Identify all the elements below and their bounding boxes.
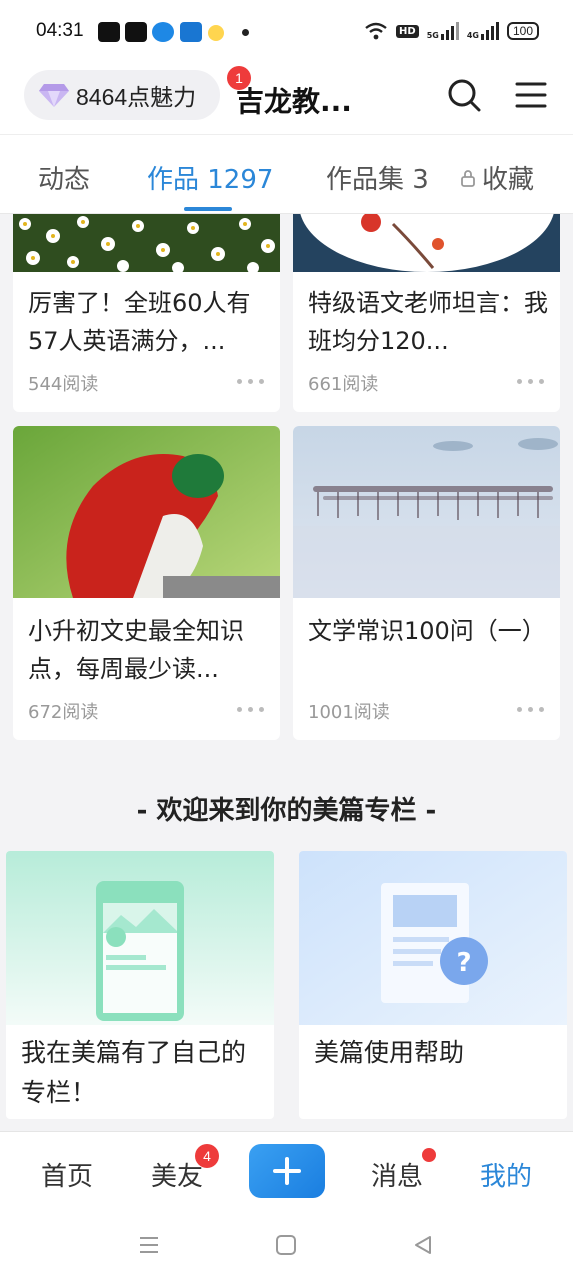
work-card[interactable]: 特级语文老师坦言：我班均分120... 661阅读 [293,214,560,412]
back-icon[interactable] [412,1234,434,1256]
work-title: 文学常识100问（一） [308,617,546,645]
promo-text: 我在美篇有了自己的专栏！ [21,1038,247,1107]
profile-header: 8464点魅力 1 吉龙教... [0,62,573,134]
nav-friends[interactable]: 美友 [151,1156,203,1193]
recent-apps-icon[interactable] [138,1234,160,1256]
tab-activity[interactable]: 动态 [38,159,90,196]
tiktok-icon [125,22,147,42]
work-reads: 1001阅读 [308,702,390,723]
notification-dot [242,29,249,36]
nav-mine[interactable]: 我的 [480,1156,532,1193]
work-card[interactable]: 小升初文史最全知识点，每周最少读... 672阅读 [13,426,280,740]
active-tab-indicator [184,207,232,211]
flamingos-image [293,426,560,598]
signal-4g-icon: 4G [467,22,499,40]
more-options-icon[interactable] [237,379,264,384]
signal-5g-icon: 5G [427,22,459,40]
battery-indicator: 100 [506,22,539,40]
more-options-icon[interactable] [237,707,264,712]
lock-icon [461,169,475,187]
plus-icon[interactable] [249,1144,325,1198]
system-navigation [0,1213,573,1280]
work-title: 厉害了！全班60人有57人英语满分，... [28,289,251,355]
work-card[interactable]: 文学常识100问（一） 1001阅读 [293,426,560,740]
hd-icon: HD [396,24,419,38]
red-bird-image [13,426,280,598]
bottom-navigation: 首页 美友 4 消息 我的 [0,1131,573,1213]
ink-painting-image [293,214,560,272]
menu-icon[interactable] [514,78,548,112]
status-time: 04:31 [36,20,84,41]
search-icon[interactable] [447,78,481,112]
more-options-icon[interactable] [517,707,544,712]
wifi-icon [365,22,387,40]
work-card[interactable]: 厉害了！全班60人有57人英语满分，... 544阅读 [13,214,280,412]
promo-card-help[interactable]: ? 美篇使用帮助 [299,851,567,1119]
work-reads: 672阅读 [28,702,99,723]
weather-icon [208,25,224,41]
tab-works[interactable]: 作品 1297 [147,159,273,196]
tab-favorites[interactable]: 收藏 [460,159,534,196]
work-title: 特级语文老师坦言：我班均分120... [308,289,548,355]
nav-messages[interactable]: 消息 [371,1156,423,1193]
messages-dot [422,1148,436,1162]
more-options-icon[interactable] [517,379,544,384]
friends-badge: 4 [195,1144,219,1168]
section-title: - 欢迎来到你的美篇专栏 - [136,796,437,826]
help-document-illustration: ? [299,851,567,1025]
phone-column-illustration [6,851,274,1025]
nav-home[interactable]: 首页 [41,1156,93,1193]
tab-collections[interactable]: 作品集 3 [326,159,429,196]
profile-tabs: 动态 作品 1297 作品集 3 收藏 [0,134,573,214]
home-icon[interactable] [275,1234,297,1256]
work-reads: 661阅读 [308,374,379,395]
tab-favorites-label: 收藏 [482,165,535,195]
diamond-icon [39,84,69,107]
charm-points-button[interactable]: 8464点魅力 1 [24,66,251,120]
promo-card-column[interactable]: 我在美篇有了自己的专栏！ [6,851,274,1119]
status-bar: 04:31 HD 5G 4G 100 [0,0,573,62]
svg-text:?: ? [456,948,471,978]
promo-text: 美篇使用帮助 [314,1038,465,1067]
page-title: 吉龙教... [236,85,352,118]
daisy-field-image [13,214,280,272]
charm-points-label: 8464点魅力 [76,84,197,110]
tiktok-icon [98,22,120,42]
work-title: 小升初文史最全知识点，每周最少读... [28,617,244,683]
news-app-icon [180,22,202,42]
browser-icon [152,22,174,42]
work-reads: 544阅读 [28,374,99,395]
